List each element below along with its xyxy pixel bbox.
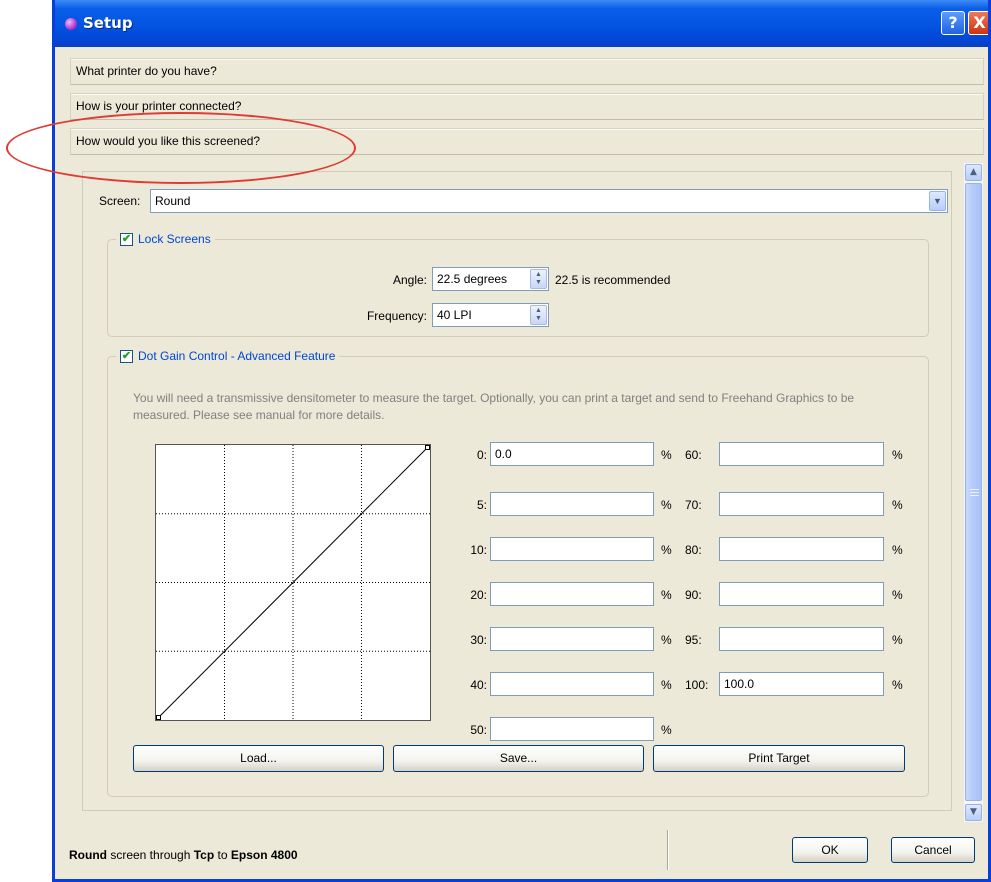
field-label: 5: xyxy=(476,498,487,512)
dot-gain-field-80[interactable] xyxy=(719,537,884,561)
field-label: 90: xyxy=(685,588,702,602)
ok-button[interactable]: OK xyxy=(792,837,868,863)
dot-gain-field-0[interactable]: 0.0 xyxy=(490,442,654,466)
angle-value: 22.5 degrees xyxy=(437,272,508,286)
grip-line xyxy=(970,489,979,490)
dot-gain-field-10[interactable] xyxy=(490,537,654,561)
percent-label: % xyxy=(892,448,903,462)
screen-select[interactable]: Round ▼ xyxy=(150,189,948,213)
percent-label: % xyxy=(661,588,672,602)
status-connection: Tcp xyxy=(193,848,215,862)
status-separator xyxy=(667,830,669,870)
red-annotation-ellipse xyxy=(6,112,356,184)
dot-gain-field-5[interactable] xyxy=(490,492,654,516)
lock-screens-legend[interactable]: ✔ Lock Screens xyxy=(116,231,215,247)
load-button[interactable]: Load... xyxy=(133,745,384,772)
save-button[interactable]: Save... xyxy=(393,745,644,772)
dot-gain-curve[interactable] xyxy=(155,444,431,721)
window-title: Setup xyxy=(83,14,133,32)
curve-graph xyxy=(156,445,430,720)
curve-handle-end[interactable] xyxy=(425,445,430,450)
angle-hint: 22.5 is recommended xyxy=(555,273,671,287)
chevron-down-icon[interactable]: ▼ xyxy=(929,191,946,211)
print-target-button[interactable]: Print Target xyxy=(653,745,905,772)
percent-label: % xyxy=(661,633,672,647)
field-label: 95: xyxy=(685,633,702,647)
scroll-up-arrow-icon[interactable]: ▲ xyxy=(965,164,982,181)
dot-gain-field-90[interactable] xyxy=(719,582,884,606)
angle-label: Angle: xyxy=(392,273,427,287)
field-label: 40: xyxy=(470,678,487,692)
percent-label: % xyxy=(892,498,903,512)
frequency-spinner[interactable]: 40 LPI ▲ ▼ xyxy=(432,303,549,327)
scroll-down-arrow-icon[interactable]: ▼ xyxy=(965,804,982,821)
spinner-arrows-icon[interactable]: ▲ ▼ xyxy=(530,305,547,325)
scroll-thumb[interactable] xyxy=(965,183,982,801)
dot-gain-field-30[interactable] xyxy=(490,627,654,651)
dot-gain-field-50[interactable] xyxy=(490,717,654,741)
dot-gain-field-20[interactable] xyxy=(490,582,654,606)
percent-label: % xyxy=(892,678,903,692)
percent-label: % xyxy=(892,633,903,647)
grip-line xyxy=(970,495,979,496)
close-button[interactable]: X xyxy=(968,11,988,35)
percent-label: % xyxy=(892,543,903,557)
dot-gain-field-60[interactable] xyxy=(719,442,884,466)
field-label: 20: xyxy=(470,588,487,602)
status-screen: Round xyxy=(69,848,107,862)
dot-gain-checkbox[interactable]: ✔ xyxy=(120,349,133,363)
dot-gain-field-95[interactable] xyxy=(719,627,884,651)
screening-panel: Screen: Round ▼ ✔ Lock Screens Angle: 22… xyxy=(82,171,952,811)
help-button[interactable]: ? xyxy=(941,11,965,35)
field-label: 50: xyxy=(470,723,487,737)
lock-screens-label: Lock Screens xyxy=(138,232,211,246)
curve-handle-start[interactable] xyxy=(156,715,161,720)
lock-screens-checkbox[interactable]: ✔ xyxy=(120,232,133,246)
dot-gain-description: You will need a transmissive densitomete… xyxy=(133,391,855,422)
field-label: 70: xyxy=(685,498,702,512)
field-label: 0: xyxy=(476,448,487,462)
app-icon xyxy=(65,18,77,30)
field-label: 100: xyxy=(685,678,709,692)
screen-label: Screen: xyxy=(99,194,141,208)
percent-label: % xyxy=(661,678,672,692)
grip-line xyxy=(970,492,979,493)
spinner-arrows-icon[interactable]: ▲ ▼ xyxy=(530,269,547,289)
field-label: 10: xyxy=(470,543,487,557)
screen-select-value: Round xyxy=(155,194,191,208)
percent-label: % xyxy=(661,498,672,512)
vertical-scrollbar[interactable]: ▲ ▼ xyxy=(964,163,983,822)
percent-label: % xyxy=(661,543,672,557)
frequency-value: 40 LPI xyxy=(437,308,472,322)
status-text-1: screen through xyxy=(107,848,194,862)
percent-label: % xyxy=(661,448,672,462)
dot-gain-label: Dot Gain Control - Advanced Feature xyxy=(138,349,336,363)
field-label: 80: xyxy=(685,543,702,557)
title-bar[interactable]: Setup ? X xyxy=(55,0,988,47)
status-summary: Round screen through Tcp to Epson 4800 xyxy=(69,848,298,862)
field-label: 60: xyxy=(685,448,702,462)
dot-gain-field-70[interactable] xyxy=(719,492,884,516)
dot-gain-legend[interactable]: ✔ Dot Gain Control - Advanced Feature xyxy=(116,348,340,364)
accordion-printer[interactable]: What printer do you have? xyxy=(70,58,984,85)
status-printer: Epson 4800 xyxy=(230,848,298,862)
status-text-2: to xyxy=(214,848,231,862)
percent-label: % xyxy=(661,723,672,737)
angle-spinner[interactable]: 22.5 degrees ▲ ▼ xyxy=(432,267,549,291)
dot-gain-field-100[interactable]: 100.0 xyxy=(719,672,884,696)
status-bar: Round screen through Tcp to Epson 4800 O… xyxy=(55,822,988,879)
frequency-label: Frequency: xyxy=(366,309,427,323)
field-label: 30: xyxy=(470,633,487,647)
percent-label: % xyxy=(892,588,903,602)
cancel-button[interactable]: Cancel xyxy=(891,837,975,863)
dot-gain-field-40[interactable] xyxy=(490,672,654,696)
